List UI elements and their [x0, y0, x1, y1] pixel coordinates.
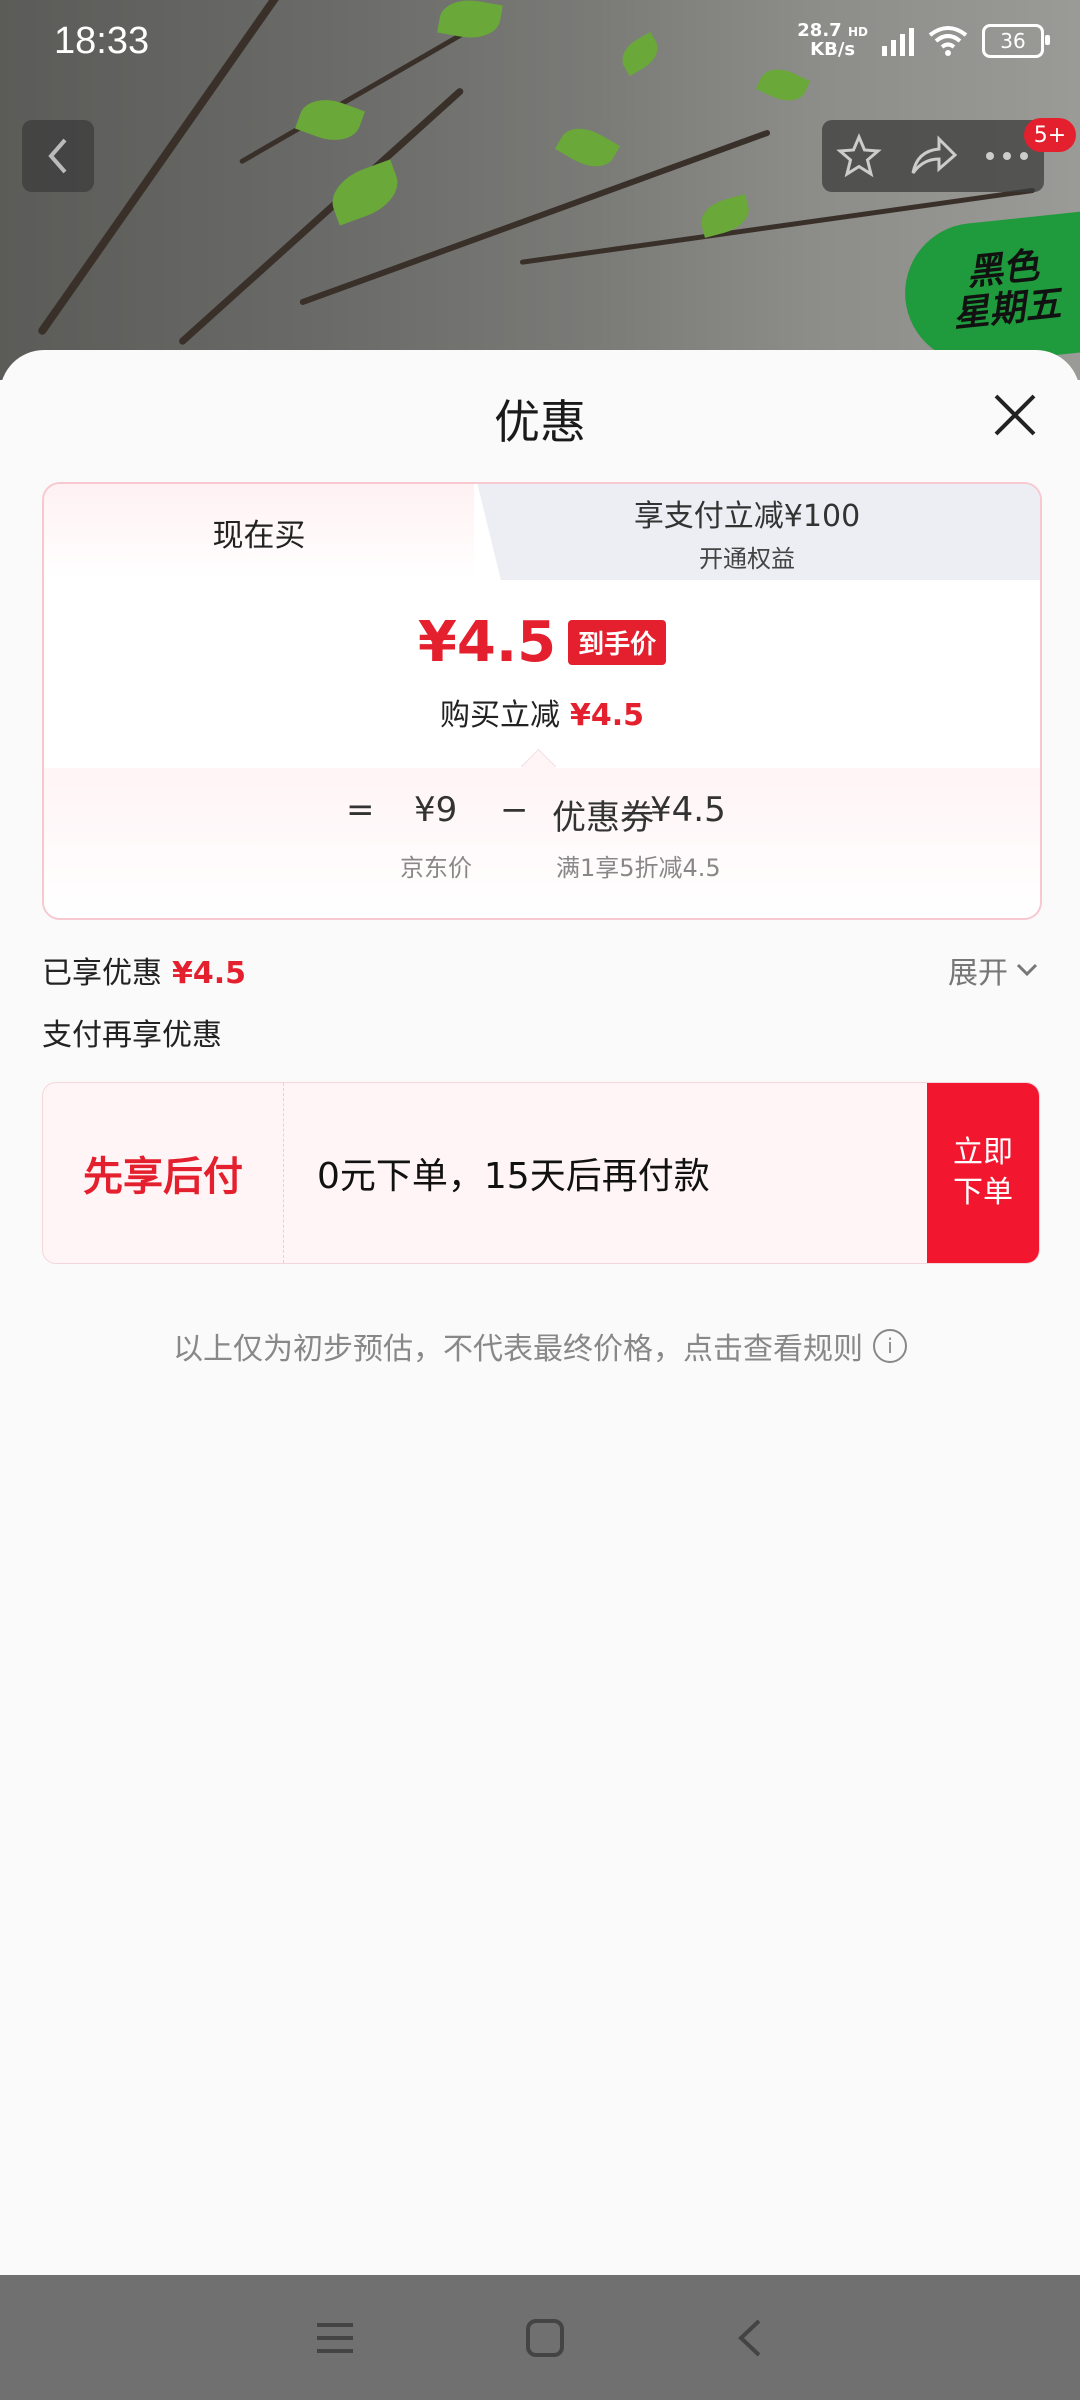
- speed-value: 28.7: [797, 20, 842, 41]
- final-price-tag: 到手价: [568, 620, 667, 665]
- tab-pay-title: 享支付立减¥100: [633, 498, 861, 534]
- base-price-label: 京东价: [400, 854, 472, 882]
- reduce-label: 购买立减: [439, 698, 560, 733]
- signal-icon: [882, 26, 914, 56]
- enjoyed-label: 已享优惠: [42, 956, 162, 991]
- coupon-label: 优惠券: [552, 798, 654, 838]
- coupon-value: ¥4.5: [650, 790, 726, 830]
- battery-level: 36: [1000, 28, 1026, 53]
- menu-icon[interactable]: [315, 2321, 355, 2355]
- discount-sheet: 优惠 享支付立减¥100 开通权益 现在买 ¥4.5 到手价 购买立减 ¥4.5 …: [0, 350, 1080, 2275]
- buy-now-pay-later-card[interactable]: 先享后付 0元下单，15天后再付款 立即 下单: [42, 1082, 1040, 1264]
- price-disclaimer[interactable]: 以上仅为初步预估，不代表最终价格，点击查看规则 i: [0, 1324, 1080, 1368]
- status-bar: 18:33 28.7 HD KB/s 36: [0, 0, 1080, 90]
- final-price-section: ¥4.5 到手价 购买立减 ¥4.5: [44, 580, 1040, 770]
- system-nav-bar: [0, 2275, 1080, 2400]
- network-speed: 28.7 HD KB/s: [797, 22, 868, 59]
- equals-sign: =: [346, 790, 375, 830]
- tab-pay-subtitle: 开通权益: [699, 544, 795, 573]
- reduce-value: ¥4.5: [569, 698, 645, 733]
- speed-unit: KB/s: [810, 39, 856, 60]
- minus-sign: −: [500, 790, 529, 830]
- hd-label: HD: [847, 25, 868, 39]
- disclaimer-text: 以上仅为初步预估，不代表最终价格，点击查看规则: [173, 1332, 863, 1367]
- back-nav-icon[interactable]: [735, 2318, 765, 2358]
- promo-line2: 星期五: [951, 283, 1063, 336]
- more-icon[interactable]: [984, 150, 1030, 162]
- instant-reduction: 购买立减 ¥4.5: [44, 690, 1040, 734]
- back-button[interactable]: [22, 120, 94, 192]
- coupon-rule: 满1享5折减4.5: [556, 854, 721, 882]
- enjoyed-discount: 已享优惠 ¥4.5: [42, 948, 246, 992]
- tab-buy-now[interactable]: 现在买: [44, 484, 474, 580]
- bnpl-description: 0元下单，15天后再付款: [317, 1156, 710, 1197]
- price-card: 享支付立减¥100 开通权益 现在买 ¥4.5 到手价 购买立减 ¥4.5 = ¥…: [42, 482, 1042, 920]
- tab-buy-now-label: 现在买: [212, 517, 306, 554]
- star-icon[interactable]: [835, 133, 882, 179]
- calc-row: = ¥9 − 优惠券 ¥4.5: [44, 790, 1040, 840]
- base-price: ¥9: [414, 790, 458, 830]
- order-now-line2: 下单: [953, 1175, 1013, 1210]
- enjoyed-value: ¥4.5: [172, 956, 247, 991]
- sheet-title: 优惠: [494, 395, 586, 449]
- home-icon[interactable]: [525, 2318, 565, 2358]
- chevron-down-icon: [1016, 963, 1038, 977]
- order-now-button[interactable]: 立即 下单: [927, 1083, 1039, 1263]
- pay-again-heading: 支付再享优惠: [42, 1018, 222, 1053]
- final-price: ¥4.5: [417, 610, 557, 675]
- status-icons: 28.7 HD KB/s 36: [797, 22, 1050, 59]
- battery-icon: 36: [982, 23, 1050, 58]
- notification-badge: 5+: [1024, 118, 1076, 152]
- wifi-icon: [928, 25, 968, 56]
- info-icon[interactable]: i: [873, 1329, 907, 1363]
- bnpl-name: 先享后付: [43, 1083, 284, 1263]
- expand-label: 展开: [948, 956, 1008, 991]
- price-breakdown: = ¥9 − 优惠券 ¥4.5 京东价 满1享5折减4.5: [44, 768, 1040, 918]
- chevron-left-icon: [48, 138, 67, 174]
- top-actions: [822, 120, 1044, 192]
- order-now-line1: 立即: [953, 1135, 1013, 1170]
- tab-pay-discount[interactable]: 享支付立减¥100 开通权益: [477, 484, 1040, 580]
- status-time: 18:33: [54, 20, 150, 62]
- expand-button[interactable]: 展开: [948, 948, 1038, 992]
- share-icon[interactable]: [909, 133, 957, 179]
- close-icon[interactable]: [990, 390, 1040, 440]
- final-price-row: ¥4.5 到手价: [44, 610, 1040, 675]
